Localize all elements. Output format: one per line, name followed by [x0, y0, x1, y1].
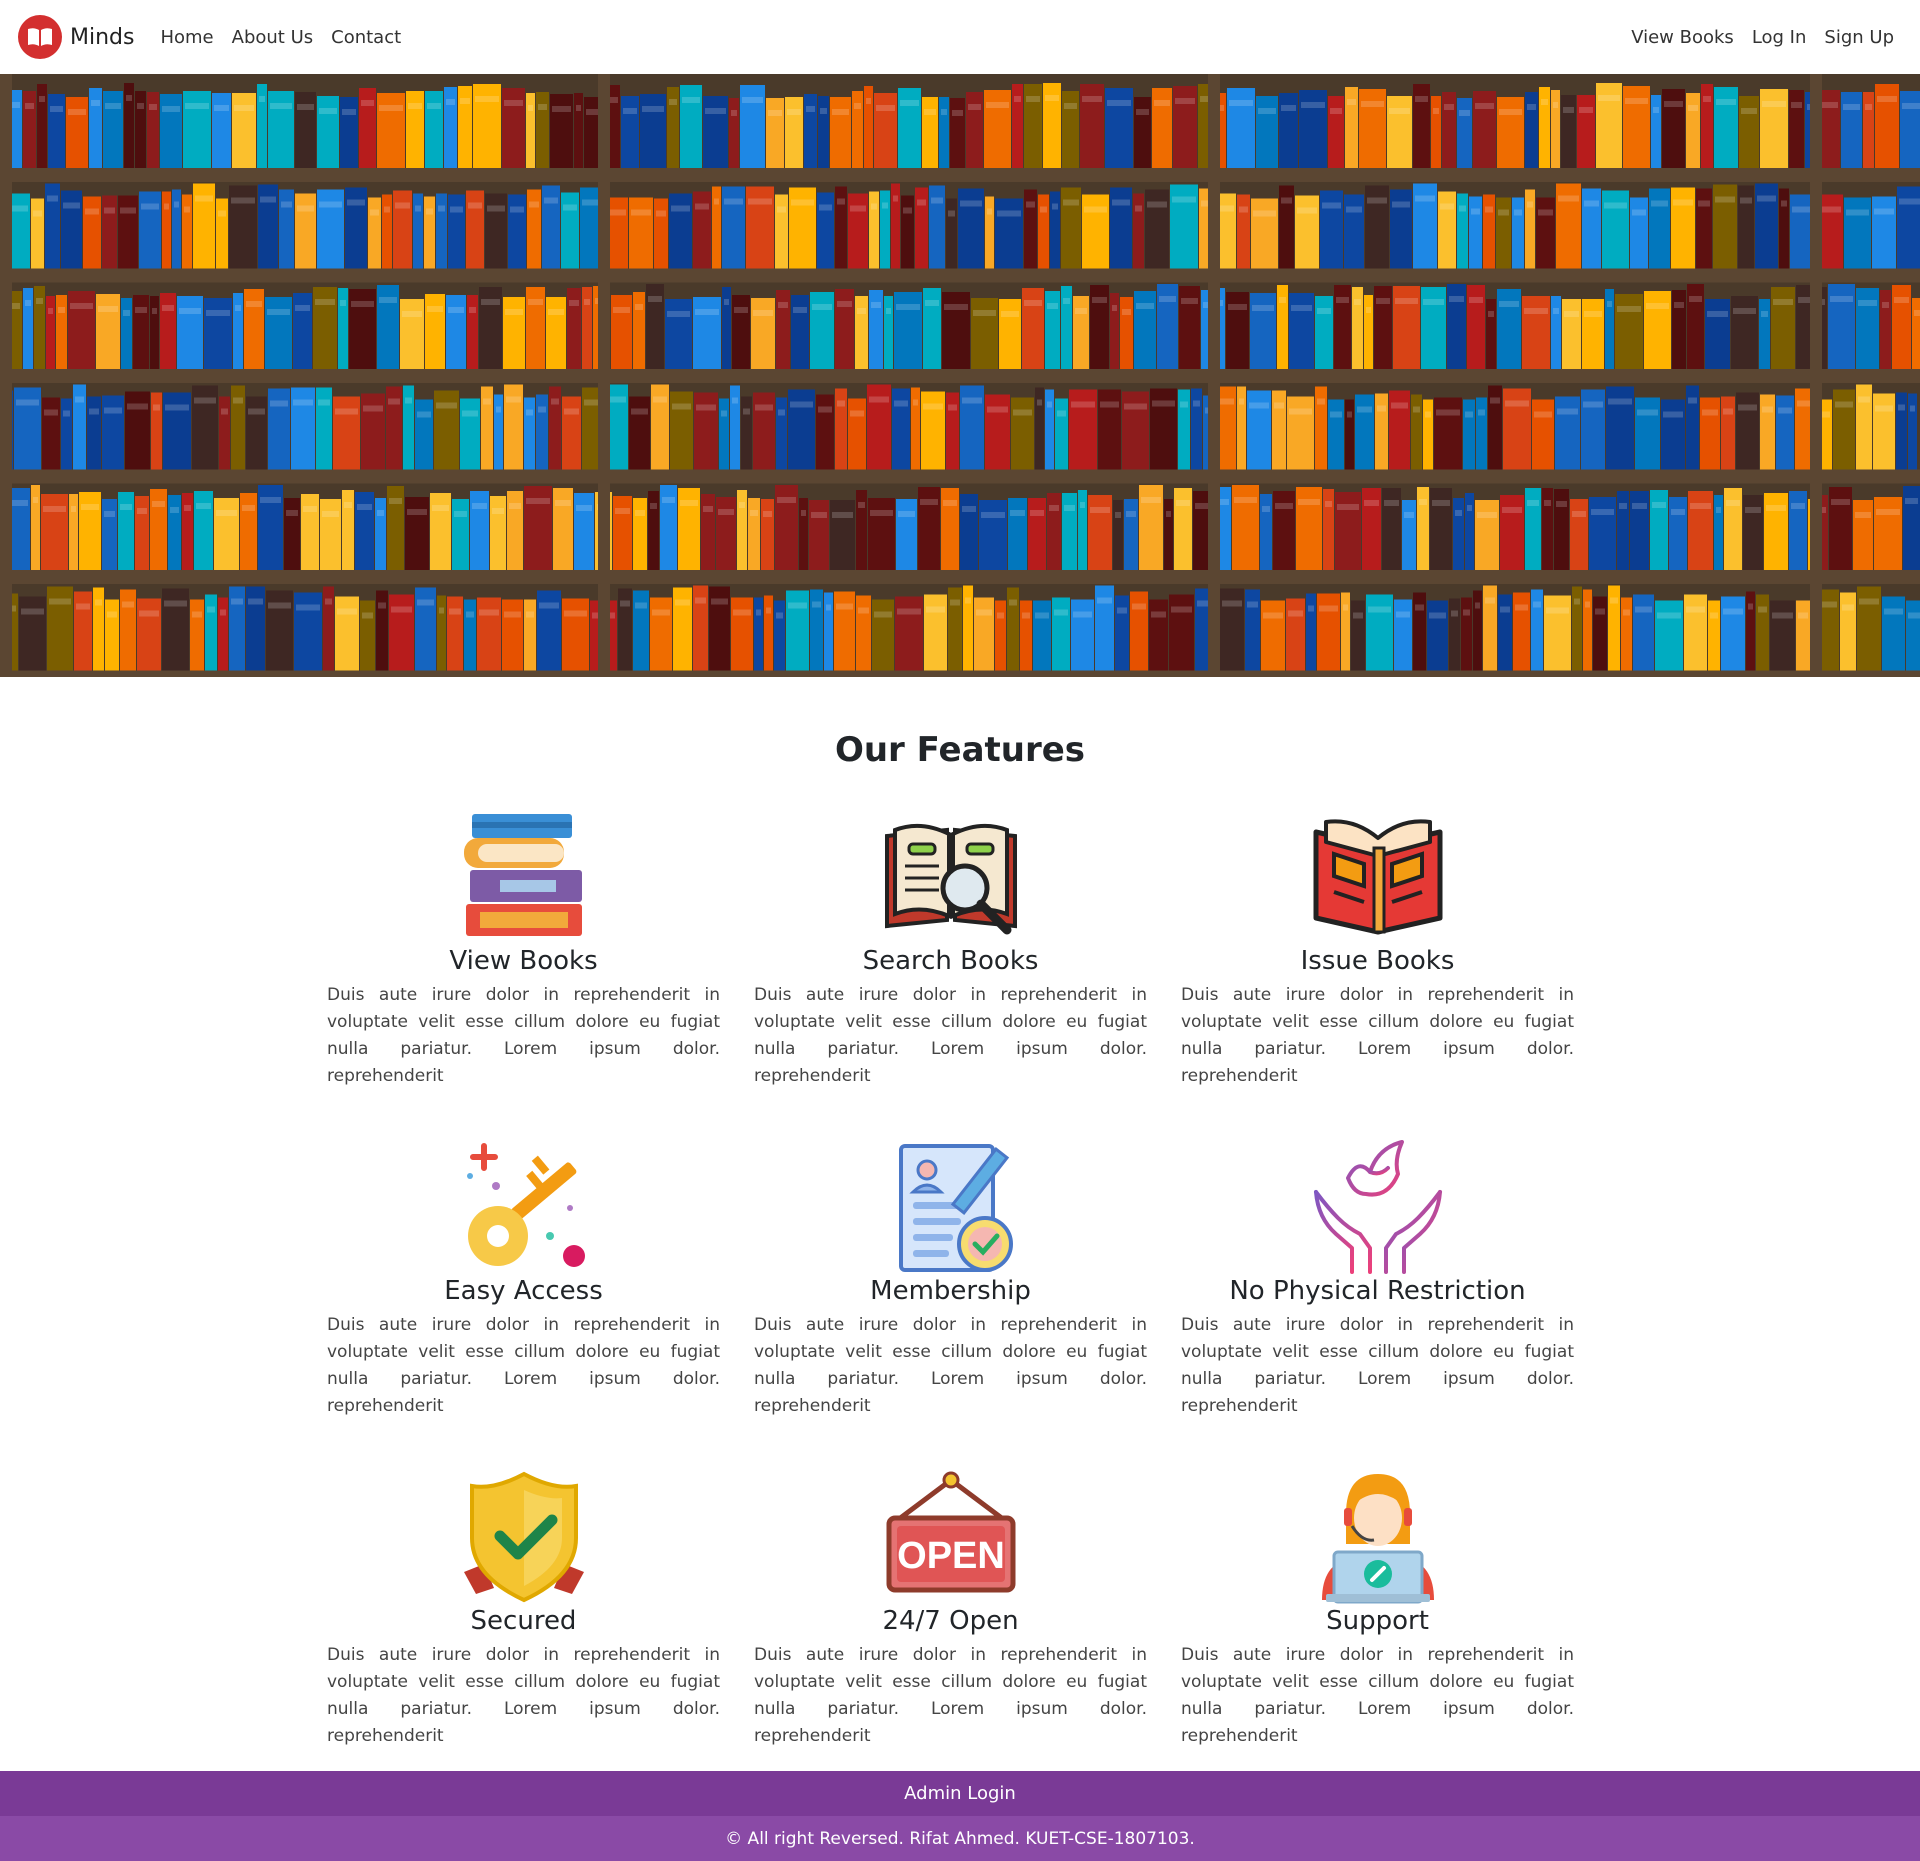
feature-title: No Physical Restriction: [1229, 1276, 1526, 1306]
feature-title: Secured: [470, 1606, 577, 1636]
feature-card-easy-access: Easy Access Duis aute irure dolor in rep…: [327, 1138, 720, 1416]
feature-text: Duis aute irure dolor in reprehenderit i…: [754, 985, 1147, 1086]
book-magnifier-icon: [881, 808, 1021, 948]
brand[interactable]: Minds: [18, 15, 134, 59]
footer-admin-bar: Admin Login: [0, 1771, 1920, 1816]
feature-text: Duis aute irure dolor in reprehenderit i…: [754, 1315, 1147, 1416]
feature-card-24-7-open: OPEN 24/7 Open Duis aute irure dolor in …: [754, 1468, 1147, 1746]
nav-right: View Books Log In Sign Up: [1631, 27, 1902, 48]
feature-card-issue-books: Issue Books Duis aute irure dolor in rep…: [1181, 808, 1574, 1086]
open-book-icon: [1308, 808, 1448, 948]
feature-card-search-books: Search Books Duis aute irure dolor in re…: [754, 808, 1147, 1086]
nav-signup-link[interactable]: Sign Up: [1824, 27, 1894, 48]
feature-title: Easy Access: [444, 1276, 603, 1306]
feature-text: Duis aute irure dolor in reprehenderit i…: [754, 1645, 1147, 1746]
feature-card-no-physical-restriction: No Physical Restriction Duis aute irure …: [1181, 1138, 1574, 1416]
feature-text: Duis aute irure dolor in reprehenderit i…: [1181, 1315, 1574, 1416]
feature-card-membership: Membership Duis aute irure dolor in repr…: [754, 1138, 1147, 1416]
feature-text: Duis aute irure dolor in reprehenderit i…: [1181, 1645, 1574, 1746]
nav-contact-link[interactable]: Contact: [331, 27, 401, 48]
navbar: Minds Home About Us Contact View Books L…: [0, 0, 1920, 74]
nav-login-link[interactable]: Log In: [1752, 27, 1807, 48]
hero-bookshelf-image: [0, 74, 1920, 677]
feature-title: Support: [1326, 1606, 1429, 1636]
books-stack-icon: [454, 808, 594, 948]
open-sign-text: OPEN: [897, 1535, 1005, 1577]
nav-about-link[interactable]: About Us: [232, 27, 314, 48]
book-logo-icon: [18, 15, 62, 59]
features-grid: View Books Duis aute irure dolor in repr…: [327, 808, 1593, 1746]
nav-view-books-link[interactable]: View Books: [1631, 27, 1734, 48]
features-title: Our Features: [834, 730, 1086, 770]
feature-text: Duis aute irure dolor in reprehenderit i…: [327, 985, 720, 1086]
feature-text: Duis aute irure dolor in reprehenderit i…: [1181, 985, 1574, 1086]
brand-name: Minds: [70, 24, 135, 50]
footer-copyright: © All right Reversed. Rifat Ahmed. KUET-…: [0, 1816, 1920, 1861]
feature-title: Membership: [870, 1276, 1031, 1306]
key-icon: [454, 1138, 594, 1278]
feature-card-support: Support Duis aute irure dolor in reprehe…: [1181, 1468, 1574, 1746]
feature-title: Search Books: [862, 946, 1039, 976]
nav-home-link[interactable]: Home: [160, 27, 213, 48]
nav-left: Home About Us Contact: [160, 27, 401, 48]
feature-text: Duis aute irure dolor in reprehenderit i…: [327, 1315, 720, 1416]
support-agent-icon: [1308, 1468, 1448, 1608]
feature-title: View Books: [449, 946, 598, 976]
feature-text: Duis aute irure dolor in reprehenderit i…: [327, 1645, 720, 1746]
feature-title: 24/7 Open: [882, 1606, 1019, 1636]
open-sign-icon: OPEN: [881, 1468, 1021, 1608]
shield-check-icon: [454, 1468, 594, 1608]
dove-hands-icon: [1308, 1138, 1448, 1278]
feature-title: Issue Books: [1300, 946, 1455, 976]
admin-login-link[interactable]: Admin Login: [904, 1783, 1016, 1804]
feature-card-view-books: View Books Duis aute irure dolor in repr…: [327, 808, 720, 1086]
feature-card-secured: Secured Duis aute irure dolor in reprehe…: [327, 1468, 720, 1746]
membership-document-icon: [881, 1138, 1021, 1278]
